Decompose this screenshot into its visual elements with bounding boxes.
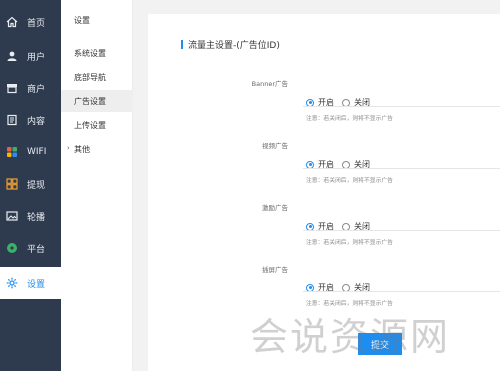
field-label-banner: Banner广告 [251,80,288,88]
nav-item-label: WIFI [27,147,47,157]
nav-item-content[interactable]: 内容 [0,104,61,136]
field-label-reward: 激励广告 [262,204,288,212]
ad-settings-panel: 流量主设置-(广告位ID) Banner广告 开启 关闭 注意：若关闭后，则将不… [148,14,500,371]
nav-item-users[interactable]: 用户 [0,40,61,72]
store-icon [5,81,19,95]
field-separator [303,230,500,231]
panel-title-text: 流量主设置-(广告位ID) [188,41,280,51]
withdraw-icon [5,177,19,191]
subnav-item-label: 上传设置 [74,120,106,130]
nav-item-label: 轮播 [27,212,46,223]
title-accent-bar [181,40,183,49]
chevron-right-icon: › [67,144,70,152]
main-nav: 首页 用户 商户 内容 WIFI 提现 轮播 平台 设置 [0,0,61,371]
subnav-item-label: 广告设置 [74,96,106,106]
nav-item-label: 提现 [27,180,46,191]
subnav-item-bottom-nav[interactable]: 底部导航 [61,66,133,88]
app-root: 首页 用户 商户 内容 WIFI 提现 轮播 平台 设置 设置 系统设置 底部导… [0,0,500,371]
nav-item-merchants[interactable]: 商户 [0,72,61,104]
subnav-item-other[interactable]: › 其他 [61,138,133,160]
nav-item-label: 商户 [27,84,46,95]
nav-item-label: 首页 [27,18,46,29]
field-label-interstitial: 插屏广告 [262,266,288,274]
image-icon [5,209,19,223]
panel-title: 流量主设置-(广告位ID) [181,38,280,51]
nav-item-label: 平台 [27,244,46,255]
settings-subnav: 设置 系统设置 底部导航 广告设置 上传设置 › 其他 [61,0,133,371]
field-separator [303,168,500,169]
reward-ad-hint: 注意：若关闭后，则将不显示广告 [306,240,393,246]
gear-icon [5,276,19,290]
nav-item-label: 设置 [27,279,46,290]
field-label-video: 视频广告 [262,142,288,150]
user-icon [5,49,19,63]
nav-item-platform[interactable]: 平台 [0,232,61,264]
nav-item-home[interactable]: 首页 [0,6,61,38]
subnav-item-label: 其他 [74,144,90,154]
nav-item-label: 内容 [27,116,46,127]
subnav-item-ads[interactable]: 广告设置 [61,90,133,112]
subnav-item-label: 底部导航 [74,72,106,82]
subnav-item-upload[interactable]: 上传设置 [61,114,133,136]
banner-ad-hint: 注意：若关闭后，则将不显示广告 [306,116,393,122]
field-separator [303,106,500,107]
nav-item-wifi[interactable]: WIFI [0,136,61,168]
interstitial-ad-hint: 注意：若关闭后，则将不显示广告 [306,301,393,307]
nav-item-withdraw[interactable]: 提现 [0,168,61,200]
subnav-item-label: 系统设置 [74,48,106,58]
nav-item-settings[interactable]: 设置 [0,267,61,299]
content-icon [5,113,19,127]
nav-item-carousel[interactable]: 轮播 [0,200,61,232]
home-icon [5,15,19,29]
subnav-item-system[interactable]: 系统设置 [61,42,133,64]
wifi-grid-icon [5,145,19,159]
subnav-title: 设置 [74,16,90,25]
submit-button[interactable]: 提交 [358,333,402,355]
platform-icon [5,241,19,255]
field-separator [303,291,500,292]
video-ad-hint: 注意：若关闭后，则将不显示广告 [306,178,393,184]
nav-item-label: 用户 [27,52,46,63]
